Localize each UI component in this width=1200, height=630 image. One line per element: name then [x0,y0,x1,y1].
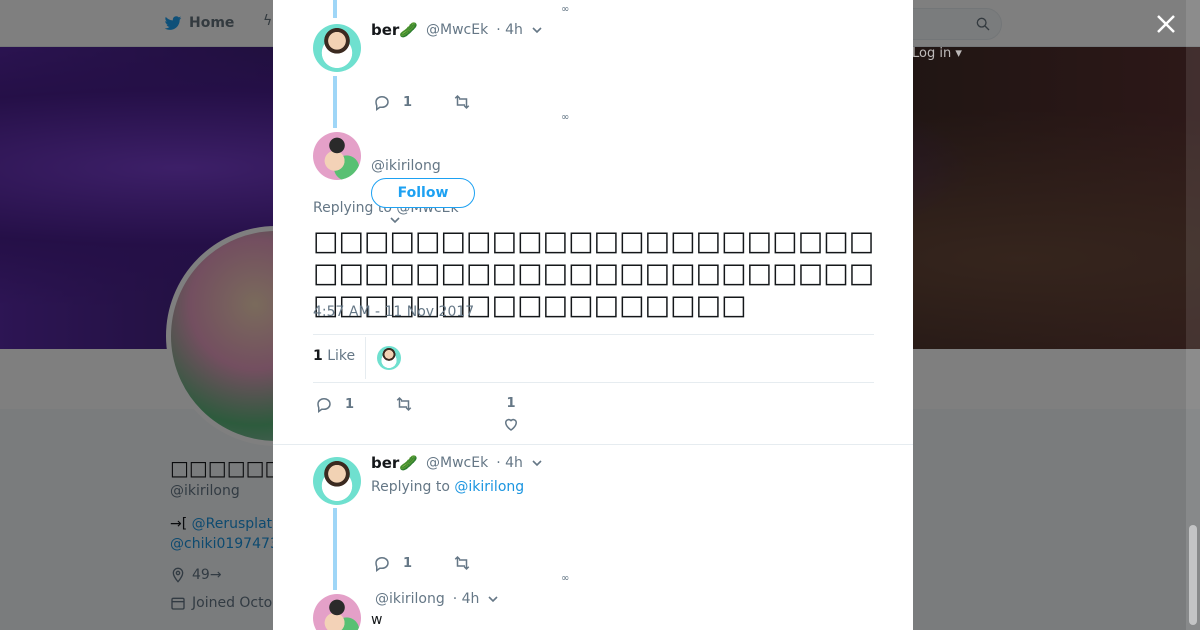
retweet-action[interactable] [453,554,471,572]
tweet-time[interactable]: · 4h [496,455,523,471]
avatar[interactable] [313,457,361,505]
reply-action[interactable]: 1 [315,395,354,413]
chevron-down-icon[interactable] [531,457,543,469]
author-handle[interactable]: @ikirilong [371,158,441,174]
tweet-time[interactable]: · 4h [453,591,480,607]
author-name[interactable]: ber🥒 [371,454,418,472]
scrollbar-thumb[interactable] [1189,525,1197,625]
reply-action[interactable]: 1 [373,93,412,111]
reply-icon [317,397,331,413]
like-action[interactable]: 1 [502,396,520,433]
tweet-separator [273,444,913,445]
retweet-icon [396,396,412,412]
tweet-header: ber🥒 @MwcEk · 4h [371,21,543,39]
like-count: 1 [506,396,516,411]
replying-to: Replying to @ikirilong [371,479,524,495]
close-modal-button[interactable] [1154,12,1178,36]
author-name[interactable]: ber🥒 [371,21,418,39]
follow-button[interactable]: Follow [371,178,475,208]
retweet-action[interactable] [395,395,413,413]
scrollbar[interactable] [1186,0,1200,630]
author-handle[interactable]: @ikirilong [375,591,445,607]
tweet-time[interactable]: · 4h [496,22,523,38]
tweet-text: w [371,612,383,628]
avatar[interactable] [313,24,361,72]
avatar[interactable] [313,132,361,180]
chevron-down-icon[interactable] [389,214,401,226]
reply-count: 1 [403,94,413,110]
more-replies-indicator[interactable]: ∞ [561,112,569,123]
tweet-header: @ikirilong · 4h [375,591,499,607]
replying-to-prefix: Replying to [371,479,455,495]
chevron-down-icon[interactable] [531,24,543,36]
author-handle[interactable]: @MwcEk [426,455,488,471]
likes-count: 1 [313,348,323,364]
tweet-modal: ∞ ber🥒 @MwcEk · 4h 1 ∞ @ikirilong Replyi… [273,0,913,630]
thread-line [333,0,337,18]
chevron-down-icon[interactable] [487,593,499,605]
reply-count: 1 [345,396,355,412]
retweet-icon [454,94,470,110]
divider [313,382,874,383]
more-replies-indicator[interactable]: ∞ [561,4,569,15]
reply-count: 1 [403,555,413,571]
reply-action[interactable]: 1 [373,554,412,572]
author-handle[interactable]: @MwcEk [426,22,488,38]
likes-stat[interactable]: 1 Like [313,348,355,364]
thread-line [333,508,337,590]
retweet-icon [454,555,470,571]
divider [365,337,366,379]
divider [313,334,874,335]
close-icon [1157,15,1175,33]
reply-icon [375,95,389,111]
replying-to-link[interactable]: @ikirilong [454,479,524,495]
login-link[interactable]: Log in ▾ [912,46,962,61]
reply-icon [375,556,389,572]
tweet-header: ber🥒 @MwcEk · 4h [371,454,543,472]
heart-icon [504,418,518,431]
tweet-timestamp[interactable]: 4:57 AM - 11 Nov 2017 [313,304,474,320]
retweet-action[interactable] [453,93,471,111]
more-replies-indicator[interactable]: ∞ [561,573,569,584]
thread-line [333,76,337,128]
liker-avatar[interactable] [377,346,401,370]
likes-label: Like [322,348,356,364]
avatar[interactable] [313,594,361,630]
